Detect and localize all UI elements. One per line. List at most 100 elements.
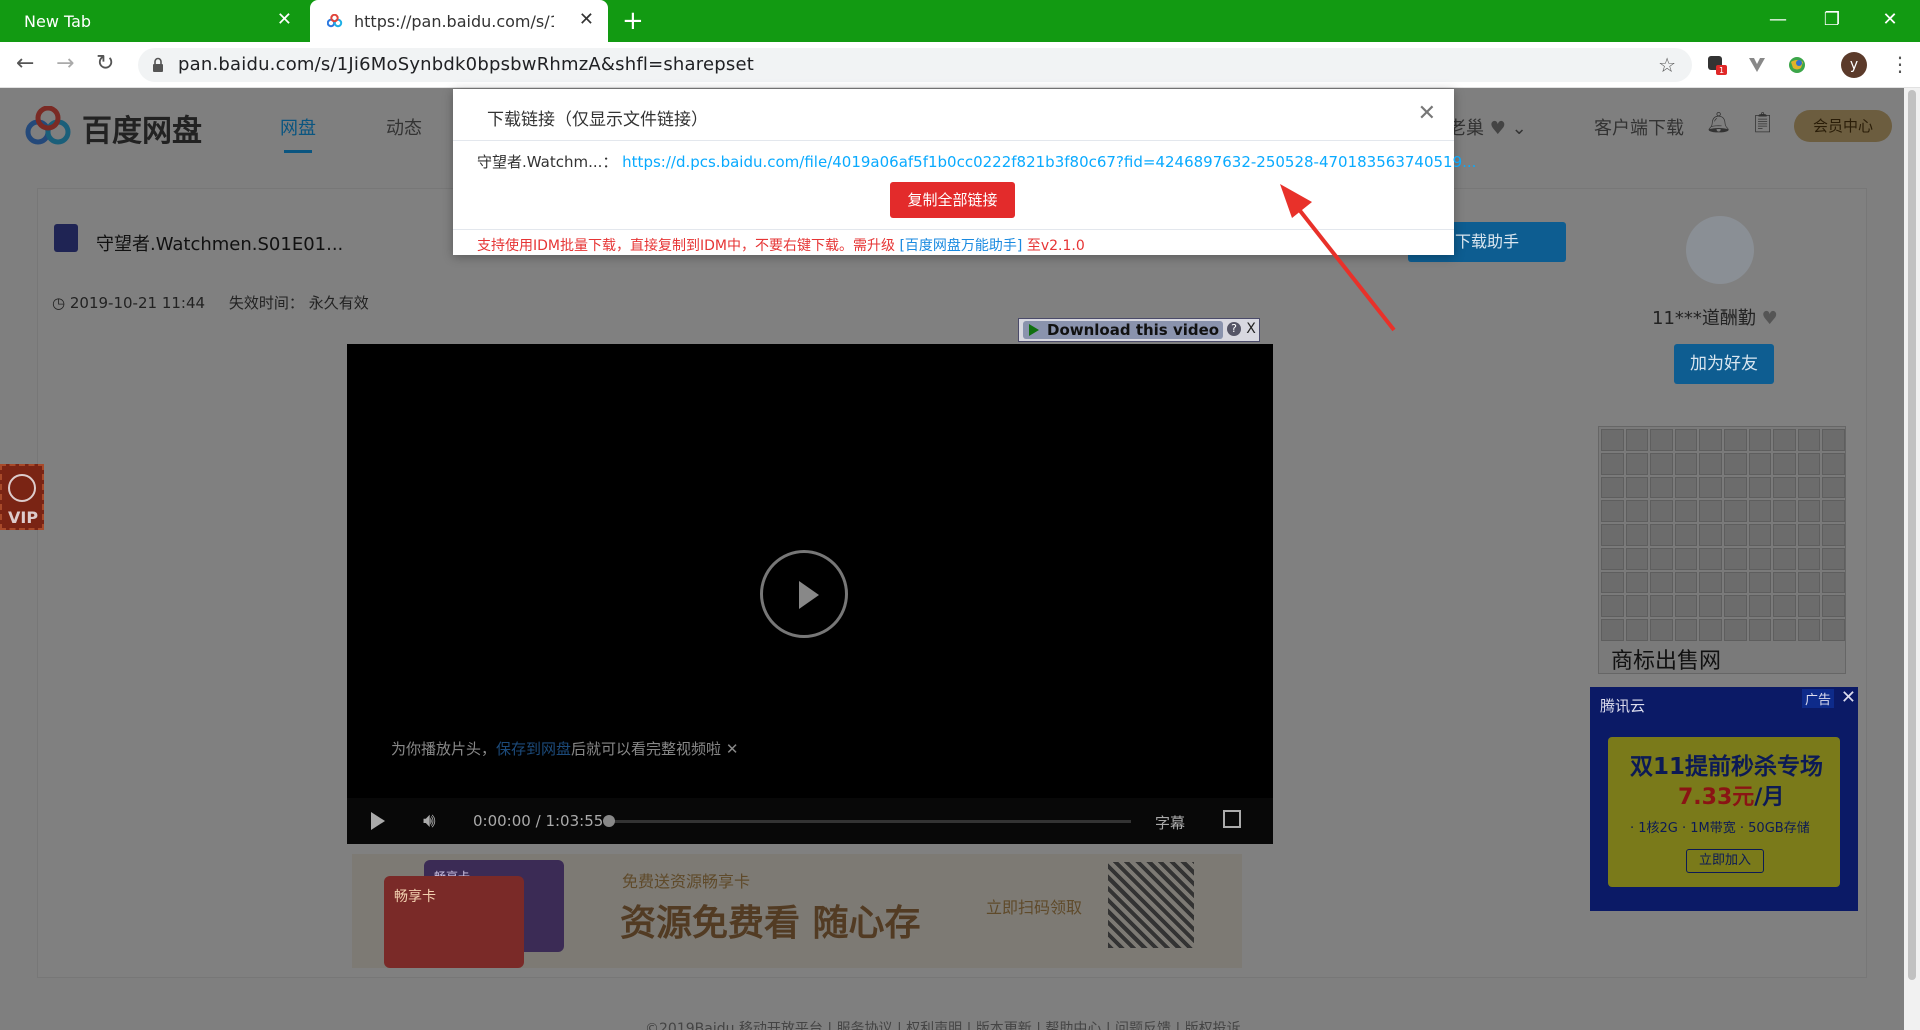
add-friend-button[interactable]: 加为好友 <box>1674 344 1774 384</box>
trademark-logo-tile <box>1674 595 1698 618</box>
ad-price-value: 7.33元 <box>1678 785 1755 810</box>
trademark-logo-tile <box>1797 452 1821 475</box>
download-link-row: 守望者.Watchm...： https://d.pcs.baidu.com/f… <box>477 151 1476 172</box>
trademark-logo-tile <box>1797 500 1821 523</box>
address-bar[interactable]: pan.baidu.com/s/1Ji6MoSynbdk0bpsbwRhmzA&… <box>138 48 1692 82</box>
trademark-logo-tile <box>1650 476 1673 499</box>
new-tab-plus-icon[interactable]: + <box>622 8 644 34</box>
vee-extension-icon[interactable] <box>1746 54 1768 76</box>
trademark-logo-tile <box>1748 429 1772 451</box>
trademark-logo-tile <box>1797 595 1821 618</box>
progress-handle[interactable] <box>603 815 615 827</box>
vip-center-button[interactable]: 会员中心 <box>1794 110 1892 142</box>
trademark-logo-tile <box>1650 452 1673 475</box>
trademark-logo-tile <box>1601 524 1624 546</box>
video-player[interactable]: 为你播放片头，保存到网盘后就可以看完整视频啦 ✕ 🔊︎ 0:00:00 / 1:… <box>347 344 1273 844</box>
baidu-pan-logo-icon <box>25 106 71 145</box>
vip-diamond-icon: ♥ <box>1489 118 1506 139</box>
vip-float-badge[interactable]: VIP <box>0 464 44 530</box>
save-to-pan-link[interactable]: 保存到网盘 <box>496 740 571 758</box>
subtitles-button[interactable]: 字幕 <box>1155 812 1185 833</box>
tab-new-tab[interactable]: New Tab ✕ <box>0 0 306 42</box>
fullscreen-icon[interactable] <box>1223 810 1241 828</box>
extension-badge-icon[interactable]: 1 <box>1706 54 1728 76</box>
bookmark-star-icon[interactable]: ☆ <box>1658 53 1676 77</box>
trademark-logo-tile <box>1699 429 1722 451</box>
trademark-logo-tile <box>1773 619 1796 641</box>
close-icon[interactable]: ✕ <box>1418 103 1436 125</box>
trademark-logo-tile <box>1699 476 1722 499</box>
helper-upgrade-link[interactable]: [百度网盘万能助手] <box>899 238 1022 254</box>
play-icon[interactable] <box>371 812 385 830</box>
page-scrollbar[interactable] <box>1904 88 1920 1030</box>
tencent-cloud-ad[interactable]: 腾讯云 广告 ✕ 双11提前秒杀专场 7.33元/月 · 1核2G · 1M带宽… <box>1590 687 1858 911</box>
bell-icon[interactable]: 🔔︎ <box>1706 110 1731 134</box>
trademark-logo-tile <box>1699 571 1722 594</box>
trademark-logo-tile <box>1699 619 1722 641</box>
ad-close-icon[interactable]: ✕ <box>1841 687 1856 708</box>
trademark-logo-tile <box>1822 429 1845 451</box>
close-icon[interactable]: X <box>1244 321 1258 337</box>
globe-extension-icon[interactable] <box>1786 54 1808 76</box>
nav-wangpan[interactable]: 网盘 <box>280 114 316 140</box>
promo-banner[interactable]: 畅享卡 畅享卡 免费送资源畅享卡 资源免费看 随心存 立即扫码领取 <box>352 854 1242 968</box>
nav-dongtai[interactable]: 动态 <box>386 114 422 140</box>
trademark-ad[interactable]: 商标出售网 <box>1598 426 1846 674</box>
tab-close-icon[interactable]: ✕ <box>277 10 292 30</box>
trademark-logo-tile <box>1797 619 1821 641</box>
footer-links: ©2019Baidu 移动开放平台 | 服务协议 | 权利声明 | 版本更新 |… <box>645 1021 1241 1030</box>
idm-tip: 支持使用IDM批量下载，直接复制到IDM中，不要右键下载。需升级 [百度网盘万能… <box>477 235 1085 255</box>
ad-offer-panel: 双11提前秒杀专场 7.33元/月 · 1核2G · 1M带宽 · 50GB存储… <box>1608 737 1840 887</box>
trademark-logo-tile <box>1625 547 1649 570</box>
trademark-logo-tile <box>1773 571 1796 594</box>
nav-active-underline <box>284 150 312 153</box>
avatar[interactable] <box>1686 216 1754 284</box>
sidebar-username: 11***道酬勤 ♥ <box>1652 304 1778 330</box>
copy-all-links-button[interactable]: 复制全部链接 <box>890 182 1015 218</box>
browser-menu-icon[interactable]: ⋮ <box>1890 50 1910 78</box>
back-arrow-icon[interactable]: ← <box>16 50 34 78</box>
qr-code <box>1108 862 1194 948</box>
trademark-logo-tile <box>1773 524 1796 546</box>
trademark-logo-tile <box>1601 547 1624 570</box>
download-video-button[interactable]: Download this video <box>1023 321 1223 339</box>
client-download-link[interactable]: 客户端下载 <box>1594 114 1684 140</box>
help-icon[interactable]: ? <box>1227 322 1241 336</box>
trademark-logo-tile <box>1773 547 1796 570</box>
reload-icon[interactable]: ↻ <box>96 50 114 78</box>
trademark-logo-tile <box>1625 595 1649 618</box>
trademark-logo-tile <box>1650 500 1673 523</box>
sidebar-username-text: 11***道酬勤 <box>1652 308 1756 329</box>
file-title: 守望者.Watchmen.S01E01... <box>96 234 344 255</box>
trademark-logo-tile <box>1822 571 1845 594</box>
clock-icon: ◷ <box>52 294 66 312</box>
tab-close-icon[interactable]: ✕ <box>579 10 594 30</box>
profile-avatar[interactable]: y <box>1841 52 1867 78</box>
promo-card-front: 畅享卡 <box>384 876 524 968</box>
clipboard-icon[interactable]: 📋︎ <box>1750 110 1775 134</box>
expire-label: 失效时间： <box>228 294 304 312</box>
ad-join-button[interactable]: 立即加入 <box>1686 849 1764 873</box>
time-separator: / <box>535 812 541 830</box>
trademark-logo-tile <box>1748 524 1772 546</box>
tab-baidu-pan[interactable]: https://pan.baidu.com/s/1Ji6M ✕ <box>310 0 608 42</box>
header-username[interactable]: 老巢 ♥ ⌄ <box>1448 114 1527 140</box>
trademark-logo-tile <box>1625 500 1649 523</box>
notice-close-icon[interactable]: ✕ <box>726 740 739 758</box>
progress-bar[interactable] <box>609 820 1131 823</box>
trademark-logo-tile <box>1625 429 1649 451</box>
maximize-icon[interactable]: ❐ <box>1806 6 1858 34</box>
scrollbar-thumb[interactable] <box>1908 90 1916 980</box>
trademark-logo-tile <box>1822 452 1845 475</box>
promo-card-front-label: 畅享卡 <box>394 889 436 905</box>
minimize-icon[interactable]: — <box>1752 6 1804 34</box>
trademark-logo-tile <box>1797 547 1821 570</box>
trademark-logo-tile <box>1748 547 1772 570</box>
browser-tab-bar: New Tab ✕ https://pan.baidu.com/s/1Ji6M … <box>0 0 1920 42</box>
download-link[interactable]: https://d.pcs.baidu.com/file/4019a06af5f… <box>622 153 1476 171</box>
window-close-icon[interactable]: ✕ <box>1864 6 1916 34</box>
volume-icon[interactable]: 🔊︎ <box>423 808 436 832</box>
play-icon <box>799 581 819 609</box>
big-play-button[interactable] <box>760 550 848 638</box>
forward-arrow-icon[interactable]: → <box>56 50 74 78</box>
